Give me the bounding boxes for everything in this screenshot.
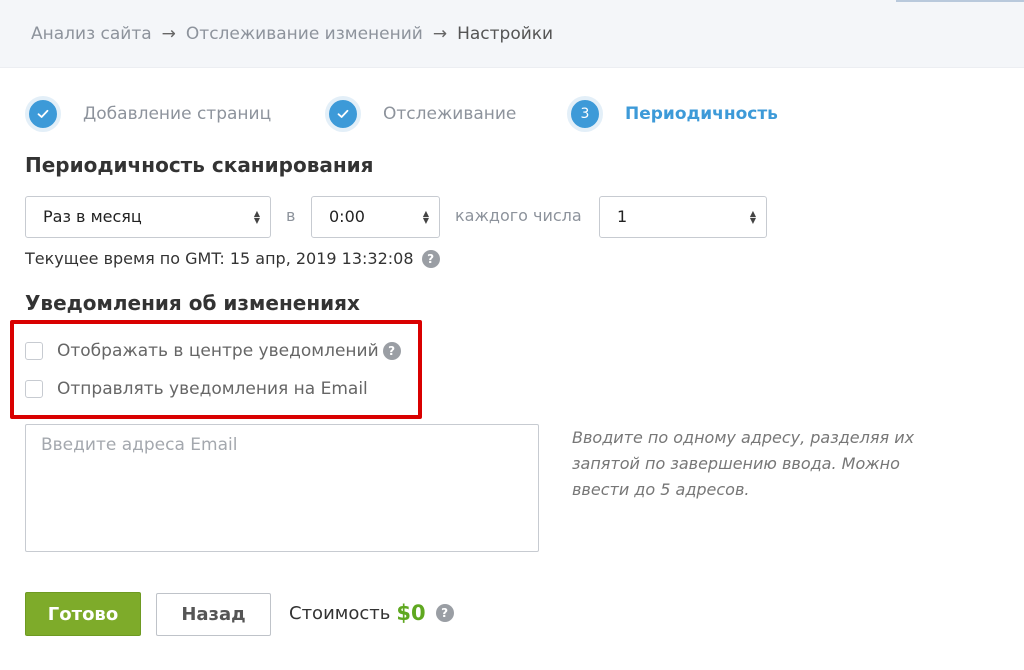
step-number: 3: [567, 96, 603, 132]
option-label: Отображать в центре уведомлений: [57, 341, 379, 361]
check-icon: [325, 96, 361, 132]
option-email[interactable]: Отправлять уведомления на Email: [25, 379, 368, 399]
step-label: Добавление страниц: [83, 104, 272, 124]
help-icon[interactable]: ?: [435, 604, 454, 622]
arrow-right-icon: →: [161, 24, 176, 44]
scan-frequency-title: Периодичность сканирования: [25, 153, 374, 177]
gmt-time-text: Текущее время по GMT: 15 апр, 2019 13:32…: [25, 249, 414, 268]
at-label: в: [286, 206, 296, 225]
highlight-box: [10, 320, 422, 419]
day-select[interactable]: 1 ▲ ▼: [599, 196, 767, 238]
email-hint: Вводите по одному адресу, разделяя их за…: [572, 428, 915, 499]
step-label: Отслеживание: [383, 104, 517, 124]
step-periodicity[interactable]: 3 Периодичность: [567, 96, 778, 132]
frequency-select[interactable]: Раз в месяц ▲ ▼: [25, 196, 271, 238]
breadcrumb: Анализ сайта → Отслеживание изменений → …: [31, 24, 553, 44]
each-day-label: каждого числа: [455, 206, 582, 225]
check-icon: [25, 96, 61, 132]
step-add-pages[interactable]: Добавление страниц: [25, 96, 271, 132]
frequency-value: Раз в месяц: [43, 207, 142, 226]
email-notification-checkbox[interactable]: [25, 380, 43, 398]
cost-value: $0: [396, 601, 426, 625]
step-label: Периодичность: [625, 104, 778, 124]
back-button[interactable]: Назад: [156, 593, 271, 636]
help-icon[interactable]: ?: [382, 342, 401, 360]
step-tracking[interactable]: Отслеживание: [325, 96, 516, 132]
time-select[interactable]: 0:00 ▲ ▼: [311, 196, 440, 238]
cost-label: Стоимость: [289, 602, 391, 624]
done-button[interactable]: Готово: [25, 592, 141, 636]
option-notification-center[interactable]: Отображать в центре уведомлений ?: [25, 341, 401, 361]
updown-icon: ▲ ▼: [253, 209, 260, 225]
day-value: 1: [617, 207, 628, 226]
email-addresses-input[interactable]: [25, 424, 539, 552]
updown-icon: ▲ ▼: [749, 209, 756, 225]
updown-icon: ▲ ▼: [422, 209, 429, 225]
cost: Стоимость $0 ?: [289, 601, 454, 625]
breadcrumb-bar: Анализ сайта → Отслеживание изменений → …: [0, 0, 1024, 68]
breadcrumb-item-change-tracking[interactable]: Отслеживание изменений: [186, 24, 423, 44]
notifications-title: Уведомления об изменениях: [25, 291, 360, 315]
help-icon[interactable]: ?: [421, 249, 440, 268]
breadcrumb-item-site-analysis[interactable]: Анализ сайта: [31, 24, 152, 44]
option-label: Отправлять уведомления на Email: [57, 379, 368, 399]
top-accent-line: [896, 0, 1024, 2]
wizard-steps: Добавление страниц Отслеживание 3 Период…: [25, 96, 1005, 132]
time-value: 0:00: [329, 207, 365, 226]
arrow-right-icon: →: [432, 24, 448, 44]
breadcrumb-item-settings: Настройки: [457, 24, 554, 44]
gmt-time: Текущее время по GMT: 15 апр, 2019 13:32…: [25, 249, 440, 268]
notification-center-checkbox[interactable]: [25, 342, 43, 360]
